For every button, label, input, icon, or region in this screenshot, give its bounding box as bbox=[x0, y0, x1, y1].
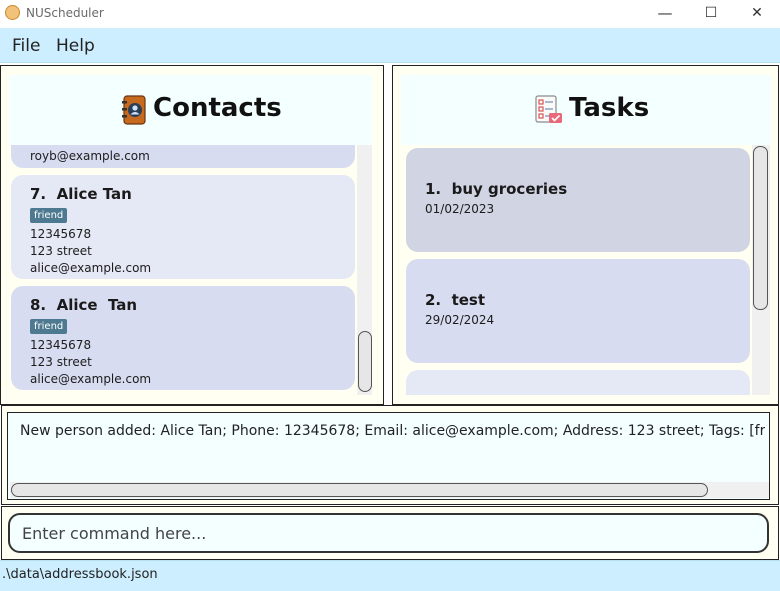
contact-card[interactable]: royb@example.com bbox=[11, 145, 355, 168]
contact-email: royb@example.com bbox=[30, 149, 150, 163]
contact-address: 123 street bbox=[30, 355, 92, 369]
save-location: .\data\addressbook.json bbox=[2, 567, 158, 582]
close-button[interactable]: ✕ bbox=[734, 0, 780, 28]
contacts-list[interactable]: royb@example.com 7. Alice Tan friend 123… bbox=[9, 145, 357, 395]
app-logo-icon bbox=[5, 5, 20, 20]
menu-help[interactable]: Help bbox=[56, 36, 95, 56]
contact-address: 123 street bbox=[30, 244, 92, 258]
contact-phone: 12345678 bbox=[30, 227, 92, 241]
contact-card[interactable]: 7. Alice Tan friend 12345678 123 street … bbox=[11, 175, 355, 279]
tag-badge: friend bbox=[30, 319, 68, 334]
result-text: New person added: Alice Tan; Phone: 1234… bbox=[20, 423, 765, 439]
contact-phone: 12345678 bbox=[30, 338, 92, 352]
window-title: NUScheduler bbox=[26, 6, 104, 20]
task-card[interactable] bbox=[406, 370, 750, 395]
task-card[interactable]: 2. test 29/02/2024 bbox=[406, 259, 750, 363]
task-name: 1. buy groceries bbox=[425, 180, 568, 198]
tasks-list[interactable]: 1. buy groceries 01/02/2023 2. test 29/0… bbox=[401, 145, 752, 395]
contacts-title: Contacts bbox=[153, 93, 282, 123]
contact-email: alice@example.com bbox=[30, 372, 152, 386]
menu-file[interactable]: File bbox=[12, 36, 40, 56]
minimize-button[interactable]: — bbox=[642, 0, 688, 28]
contacts-scroll-thumb[interactable] bbox=[358, 331, 372, 392]
address-book-icon bbox=[121, 95, 147, 125]
contact-card[interactable]: 8. Alice Tan friend 12345678 123 street … bbox=[11, 286, 355, 390]
task-date: 29/02/2024 bbox=[425, 313, 495, 327]
menu-bar bbox=[0, 28, 780, 63]
tasks-scroll-thumb[interactable] bbox=[753, 146, 768, 310]
maximize-button[interactable]: ☐ bbox=[688, 0, 734, 28]
checklist-icon bbox=[534, 95, 564, 125]
task-name: 2. test bbox=[425, 291, 486, 309]
result-scroll-thumb[interactable] bbox=[11, 483, 708, 497]
contact-name: 7. Alice Tan bbox=[30, 185, 132, 203]
command-input[interactable] bbox=[8, 513, 769, 553]
contact-email: alice@example.com bbox=[30, 261, 152, 275]
contact-name: 8. Alice Tan bbox=[30, 296, 138, 314]
task-date: 01/02/2023 bbox=[425, 202, 495, 216]
tag-badge: friend bbox=[30, 208, 68, 223]
task-card[interactable]: 1. buy groceries 01/02/2023 bbox=[406, 148, 750, 252]
tasks-title: Tasks bbox=[569, 93, 650, 123]
